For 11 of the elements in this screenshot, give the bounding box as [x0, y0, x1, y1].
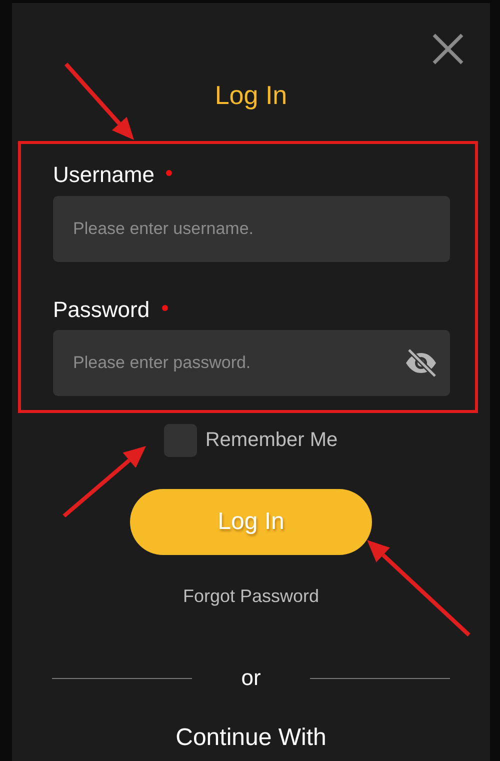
password-field[interactable]: Please enter password. [53, 330, 450, 396]
close-icon[interactable] [432, 33, 464, 65]
remember-label: Remember Me [205, 429, 338, 452]
forgot-password-link[interactable]: Forgot Password [182, 585, 320, 607]
field-label: Username [53, 162, 154, 188]
field-label: Password [53, 297, 150, 323]
dialog-title: Log In [214, 80, 288, 110]
continue-with-heading: Continue With [174, 724, 328, 752]
username-field[interactable]: Please enter username. [53, 196, 450, 262]
eye-slash-icon[interactable] [404, 348, 438, 378]
divider-text: or [240, 665, 262, 691]
